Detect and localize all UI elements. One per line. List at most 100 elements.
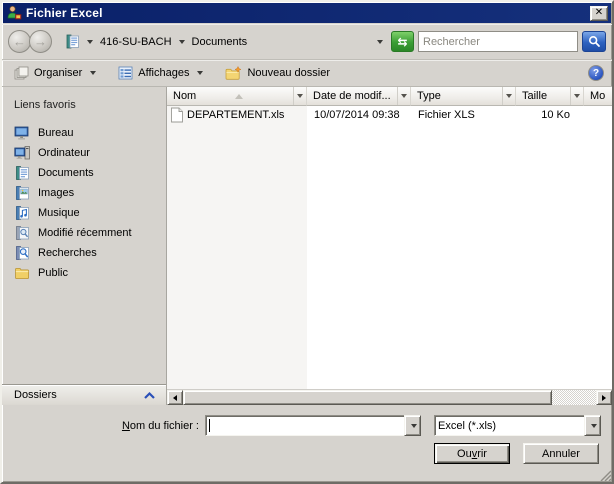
- back-button[interactable]: ←: [8, 30, 31, 53]
- column-nom-filter-dropdown[interactable]: [293, 87, 306, 105]
- sidebar-item-bureau[interactable]: Bureau: [12, 123, 166, 143]
- cancel-button[interactable]: Annuler: [523, 443, 599, 464]
- filetype-select[interactable]: Excel (*.xls): [434, 415, 601, 436]
- column-taille-filter-dropdown[interactable]: [570, 87, 583, 105]
- window-title: Fichier Excel: [26, 6, 590, 20]
- new-folder-button[interactable]: Nouveau dossier: [221, 64, 334, 83]
- searches-folder-icon: [14, 245, 31, 261]
- action-buttons: Ouvrir Annuler: [434, 443, 599, 464]
- filetype-value: Excel (*.xls): [438, 420, 496, 432]
- open-button[interactable]: Ouvrir: [434, 443, 510, 464]
- desktop-icon: [14, 125, 31, 141]
- filename-row: Nom du fichier : Excel (*.xls): [2, 415, 612, 436]
- filename-label: Nom du fichier :: [2, 420, 199, 432]
- filetype-dropdown-button[interactable]: [584, 415, 601, 436]
- search-button[interactable]: [582, 31, 606, 52]
- breadcrumb: 416-SU-BACH Documents: [60, 30, 387, 54]
- breadcrumb-folder-icon[interactable]: [64, 33, 82, 50]
- favorites-header: Liens favoris: [14, 99, 166, 111]
- breadcrumb-dropdown-icon[interactable]: [87, 40, 93, 44]
- breadcrumb-separator-icon[interactable]: [179, 40, 185, 44]
- sidebar-item-label: Ordinateur: [38, 147, 90, 159]
- affichages-label: Affichages: [138, 67, 189, 79]
- sidebar-item-ordinateur[interactable]: Ordinateur: [12, 143, 166, 163]
- filename-combobox[interactable]: [205, 415, 421, 436]
- scrollbar-track[interactable]: [552, 390, 596, 405]
- sidebar-item-label: Documents: [38, 167, 94, 179]
- organiser-label: Organiser: [34, 67, 82, 79]
- sidebar-item-documents[interactable]: Documents: [12, 163, 166, 183]
- favorites-list: Liens favoris Bureau: [2, 87, 166, 384]
- sidebar-item-public[interactable]: Public: [12, 263, 166, 283]
- recent-search-folder-icon: [14, 225, 31, 241]
- refresh-button[interactable]: ⇆: [391, 31, 414, 52]
- sort-ascending-icon: [235, 94, 243, 99]
- file-rows: DEPARTEMENT.xls 10/07/2014 09:38 Fichier…: [167, 106, 612, 389]
- music-folder-icon: [14, 205, 31, 221]
- column-type-filter-dropdown[interactable]: [502, 87, 515, 105]
- computer-icon: [14, 145, 31, 161]
- sidebar-item-label: Bureau: [38, 127, 73, 139]
- breadcrumb-history-dropdown-icon[interactable]: [377, 40, 383, 44]
- horizontal-scrollbar: [167, 389, 612, 405]
- folders-expander[interactable]: Dossiers: [2, 384, 166, 405]
- sidebar-item-modifie-recemment[interactable]: Modifié récemment: [12, 223, 166, 243]
- scroll-right-button[interactable]: [596, 390, 612, 405]
- column-date-filter-dropdown[interactable]: [397, 87, 410, 105]
- folders-label: Dossiers: [14, 389, 57, 401]
- column-label: Date de modif...: [307, 90, 397, 102]
- table-row[interactable]: DEPARTEMENT.xls 10/07/2014 09:38 Fichier…: [167, 106, 612, 124]
- affichages-button[interactable]: Affichages: [114, 64, 207, 82]
- title-bar: Fichier Excel ✕: [3, 3, 611, 23]
- new-folder-label: Nouveau dossier: [247, 67, 330, 79]
- column-label: Taille: [516, 90, 570, 102]
- column-label: Type: [411, 90, 502, 102]
- sorted-column-tint: [167, 106, 307, 389]
- affichages-dropdown-icon: [197, 71, 203, 75]
- organiser-button[interactable]: Organiser: [10, 64, 100, 82]
- file-type: Fichier XLS: [411, 109, 516, 121]
- file-list: Nom Date de modif... Type Taille: [166, 87, 612, 405]
- column-header-date[interactable]: Date de modif...: [307, 87, 411, 106]
- forward-button[interactable]: →: [29, 30, 52, 53]
- sidebar-item-label: Public: [38, 267, 68, 279]
- column-header-type[interactable]: Type: [411, 87, 516, 106]
- column-header-mo[interactable]: Mo: [584, 87, 612, 106]
- filename-dropdown-button[interactable]: [404, 415, 421, 436]
- resize-grip[interactable]: [598, 468, 611, 481]
- chevron-up-icon: [143, 391, 156, 400]
- breadcrumb-segment-documents[interactable]: Documents: [190, 35, 250, 49]
- scrollbar-thumb[interactable]: [183, 390, 552, 405]
- search-input[interactable]: [423, 36, 573, 48]
- close-button[interactable]: ✕: [590, 6, 608, 21]
- column-label: Mo: [584, 90, 612, 102]
- file-size: 10 Ko: [516, 109, 584, 121]
- sidebar-item-images[interactable]: Images: [12, 183, 166, 203]
- command-toolbar: Organiser Affichages Nouveau dossier: [2, 60, 612, 87]
- file-name: DEPARTEMENT.xls: [187, 109, 284, 121]
- organize-icon: [14, 66, 29, 80]
- sidebar-item-musique[interactable]: Musique: [12, 203, 166, 223]
- pictures-folder-icon: [14, 185, 31, 201]
- column-header-taille[interactable]: Taille: [516, 87, 584, 106]
- file-dialog-window: Fichier Excel ✕ ← → 416-SU-BACH Doc: [0, 0, 614, 484]
- column-header-nom[interactable]: Nom: [167, 87, 307, 106]
- text-caret: [209, 419, 210, 432]
- sidebar-item-recherches[interactable]: Recherches: [12, 243, 166, 263]
- file-date: 10/07/2014 09:38: [307, 109, 411, 121]
- scroll-left-button[interactable]: [167, 390, 183, 405]
- public-folder-icon: [14, 265, 31, 281]
- sidebar-item-label: Musique: [38, 207, 80, 219]
- magnifier-icon: [588, 35, 601, 48]
- breadcrumb-segment-computer[interactable]: 416-SU-BACH: [98, 35, 174, 49]
- new-folder-icon: [225, 66, 242, 81]
- file-icon: [170, 107, 184, 123]
- column-label: Nom: [167, 90, 219, 102]
- help-button[interactable]: ?: [588, 65, 604, 81]
- documents-folder-icon: [14, 165, 31, 181]
- views-icon: [118, 66, 133, 80]
- history-buttons: ← →: [8, 30, 52, 53]
- navigation-bar: ← → 416-SU-BACH Documents ⇆: [2, 24, 612, 60]
- dialog-content: Liens favoris Bureau: [2, 87, 612, 405]
- excel-user-icon: [6, 5, 22, 21]
